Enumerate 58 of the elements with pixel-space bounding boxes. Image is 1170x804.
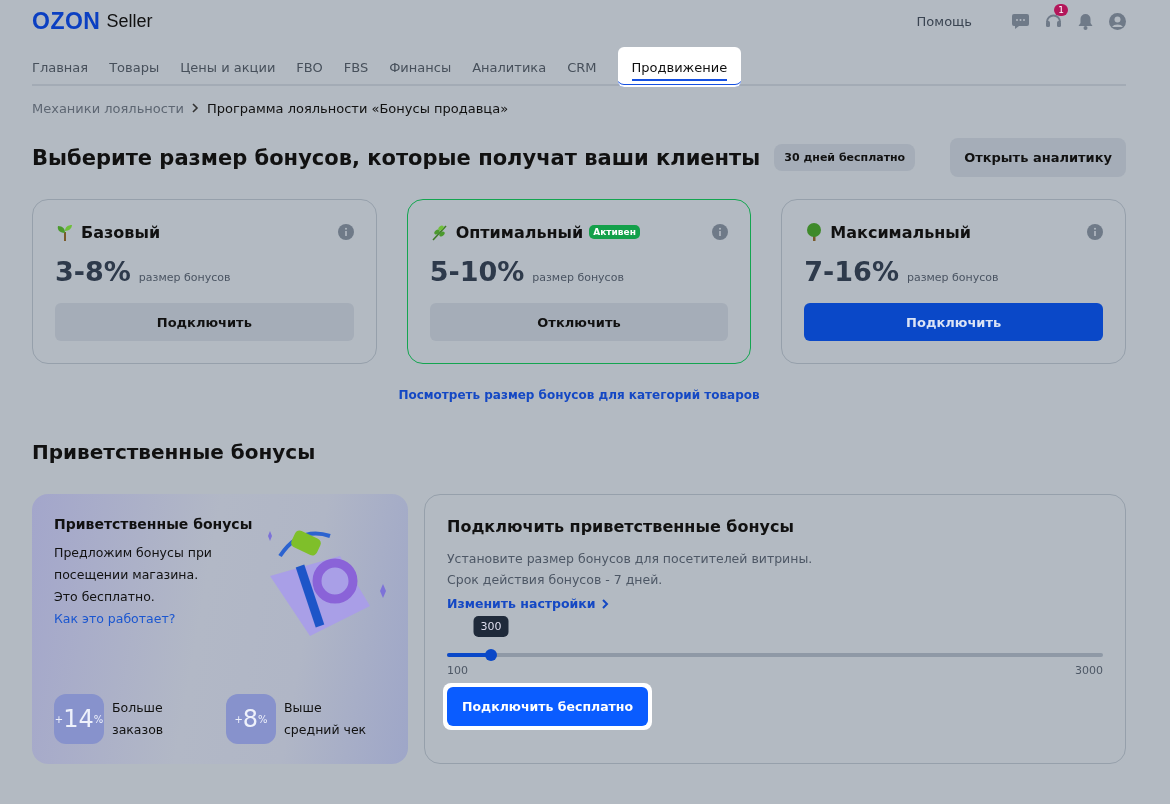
plan-name: Оптимальный: [455, 222, 584, 242]
analytics-button[interactable]: Открыть аналитику: [950, 138, 1126, 177]
nav-tab[interactable]: Финансы: [389, 47, 452, 87]
plan-name: Базовый: [81, 222, 161, 242]
sprout-icon: [55, 222, 75, 242]
range-label: размер бонусов: [138, 271, 231, 284]
plan-button[interactable]: Подключить: [804, 303, 1103, 341]
connect-text: Установите размер бонусов для посетителей витрины. Срок действия бонусов - 7 дней.: [447, 550, 814, 589]
promo-title: Приветственные бонусы: [54, 516, 254, 532]
nav-tab[interactable]: Товары: [109, 47, 160, 87]
stat-tile: +8%: [226, 694, 276, 744]
page-title: Выберите размер бонусов, которые получат ваши клиенты: [32, 145, 761, 170]
bell-icon[interactable]: [1078, 12, 1093, 30]
connect-title: Подключить приветственные бонусы: [447, 517, 795, 536]
range-label: размер бонусов: [906, 271, 999, 284]
profile-icon[interactable]: [1109, 12, 1126, 30]
bonus-range: 3-8%: [55, 256, 131, 287]
chevron-right-icon: [191, 103, 199, 113]
promo-text: Предложим бонусы при посещении магазина. Это бесплатно.: [54, 544, 213, 606]
headset-icon[interactable]: [1045, 12, 1062, 30]
info-icon[interactable]: [1087, 224, 1103, 240]
logo-suffix: Seller: [106, 10, 153, 32]
nav-tab[interactable]: Продвижение: [617, 47, 742, 87]
stat-tile: +14%: [54, 694, 104, 744]
nav-tab[interactable]: FBO: [296, 47, 323, 87]
breadcrumb: Программа лояльности «Бонусы продавца»: [206, 100, 509, 116]
categories-link[interactable]: Посмотреть размер бонусов для категорий товаров: [32, 388, 1126, 402]
plan-button[interactable]: Подключить: [55, 303, 354, 341]
plan-button[interactable]: Отключить: [429, 303, 729, 341]
nav-tab[interactable]: Цены и акции: [180, 47, 276, 87]
plan-name: Максимальный: [830, 222, 972, 242]
chevron-right-icon: [601, 598, 609, 609]
trial-badge: 30 дней бесплатно: [774, 144, 916, 171]
settings-link[interactable]: Изменить настройки: [447, 596, 609, 611]
stat-label: Больше заказов: [112, 699, 164, 739]
value-tooltip: 300: [473, 616, 509, 637]
connect-free-button[interactable]: Подключить бесплатно: [447, 687, 649, 726]
help-link[interactable]: Помощь: [916, 13, 972, 29]
slider-min: 100: [447, 664, 468, 677]
nav-tab[interactable]: Главная: [32, 47, 89, 87]
nav-tab[interactable]: Аналитика: [472, 47, 547, 87]
nav-tab[interactable]: FBS: [343, 47, 369, 87]
range-label: размер бонусов: [532, 271, 624, 284]
logo[interactable]: OZON: [32, 7, 101, 35]
bonus-range: 7-16%: [804, 256, 899, 287]
how-it-works-link[interactable]: Как это работает?: [54, 611, 176, 626]
breadcrumb[interactable]: Механики лояльности: [32, 100, 184, 116]
info-icon[interactable]: [337, 224, 354, 240]
bonus-range: 5-10%: [429, 256, 525, 287]
chat-icon[interactable]: [1012, 13, 1029, 29]
slider-max: 3000: [1075, 664, 1103, 677]
info-icon[interactable]: [712, 224, 729, 240]
notification-badge: 1: [1054, 3, 1068, 16]
stat-label: Выше средний чек: [284, 699, 367, 739]
slider-thumb[interactable]: [484, 649, 497, 661]
nav-tab[interactable]: CRM: [567, 47, 597, 87]
section-title: Приветственные бонусы: [32, 440, 317, 464]
active-badge: Активен: [589, 225, 640, 239]
